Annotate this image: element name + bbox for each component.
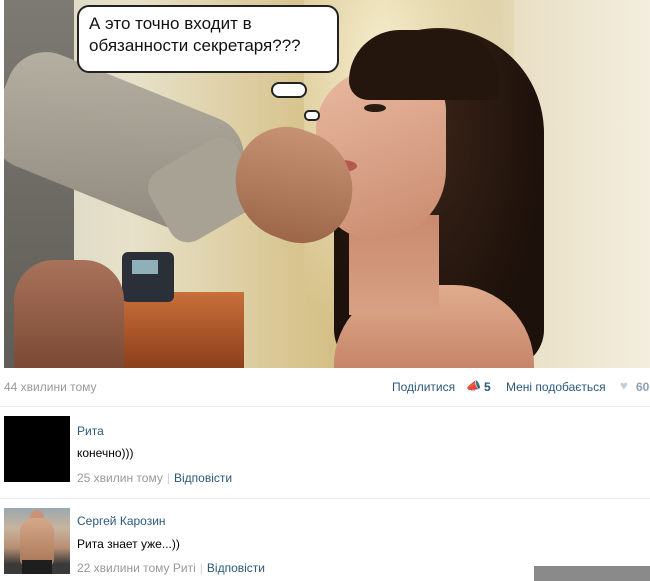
share-count: 5 <box>484 380 491 394</box>
like-link[interactable]: Мені подобається <box>506 380 606 394</box>
comment-text: Рита знает уже...)) <box>77 537 180 551</box>
like-count: 60 <box>636 380 650 394</box>
reply-to[interactable]: Риті <box>173 561 196 575</box>
man-lower-hand <box>14 260 124 368</box>
phone-screen <box>132 260 158 274</box>
woman-eye <box>364 104 386 112</box>
divider <box>0 498 650 499</box>
comment-author[interactable]: Сергей Карозин <box>77 514 166 528</box>
thought-bubble: А это точно входит в обязанности секрета… <box>77 5 339 73</box>
avatar-shorts <box>22 560 52 574</box>
avatar[interactable] <box>4 416 70 482</box>
bubble-text: А это точно входит в обязанности секрета… <box>89 14 301 55</box>
avatar[interactable] <box>4 508 70 574</box>
thought-dot-small <box>304 110 320 121</box>
reply-link[interactable]: Відповісти <box>174 471 232 485</box>
desk-phone <box>122 252 174 302</box>
separator: | <box>199 561 203 575</box>
comment: Рита конечно))) 25 хвилин тому | Відповіст… <box>0 414 650 494</box>
thought-dot-large <box>271 82 307 98</box>
comment-meta: 22 хвилини тому Риті | Відповісти <box>77 561 265 575</box>
separator: | <box>166 471 170 485</box>
comment-time[interactable]: 22 хвилини тому <box>77 561 170 575</box>
reply-link[interactable]: Відповісти <box>207 561 265 575</box>
share-link[interactable]: Поділитися <box>392 380 455 394</box>
divider <box>0 406 650 407</box>
comment-author[interactable]: Рита <box>77 424 104 438</box>
woman-bangs <box>349 30 499 100</box>
post-meta-row: 44 хвилини тому Поділитися 📣 5 Мені подо… <box>0 375 650 401</box>
megaphone-icon[interactable]: 📣 <box>466 379 481 393</box>
comment-meta: 25 хвилин тому | Відповісти <box>77 471 232 485</box>
post-time[interactable]: 44 хвилини тому <box>4 380 97 394</box>
scroll-overlay <box>534 566 650 581</box>
avatar-torso <box>20 518 54 566</box>
comment-text: конечно))) <box>77 446 134 460</box>
heart-icon[interactable]: ♥ <box>620 378 628 393</box>
comment-time[interactable]: 25 хвилин тому <box>77 471 163 485</box>
